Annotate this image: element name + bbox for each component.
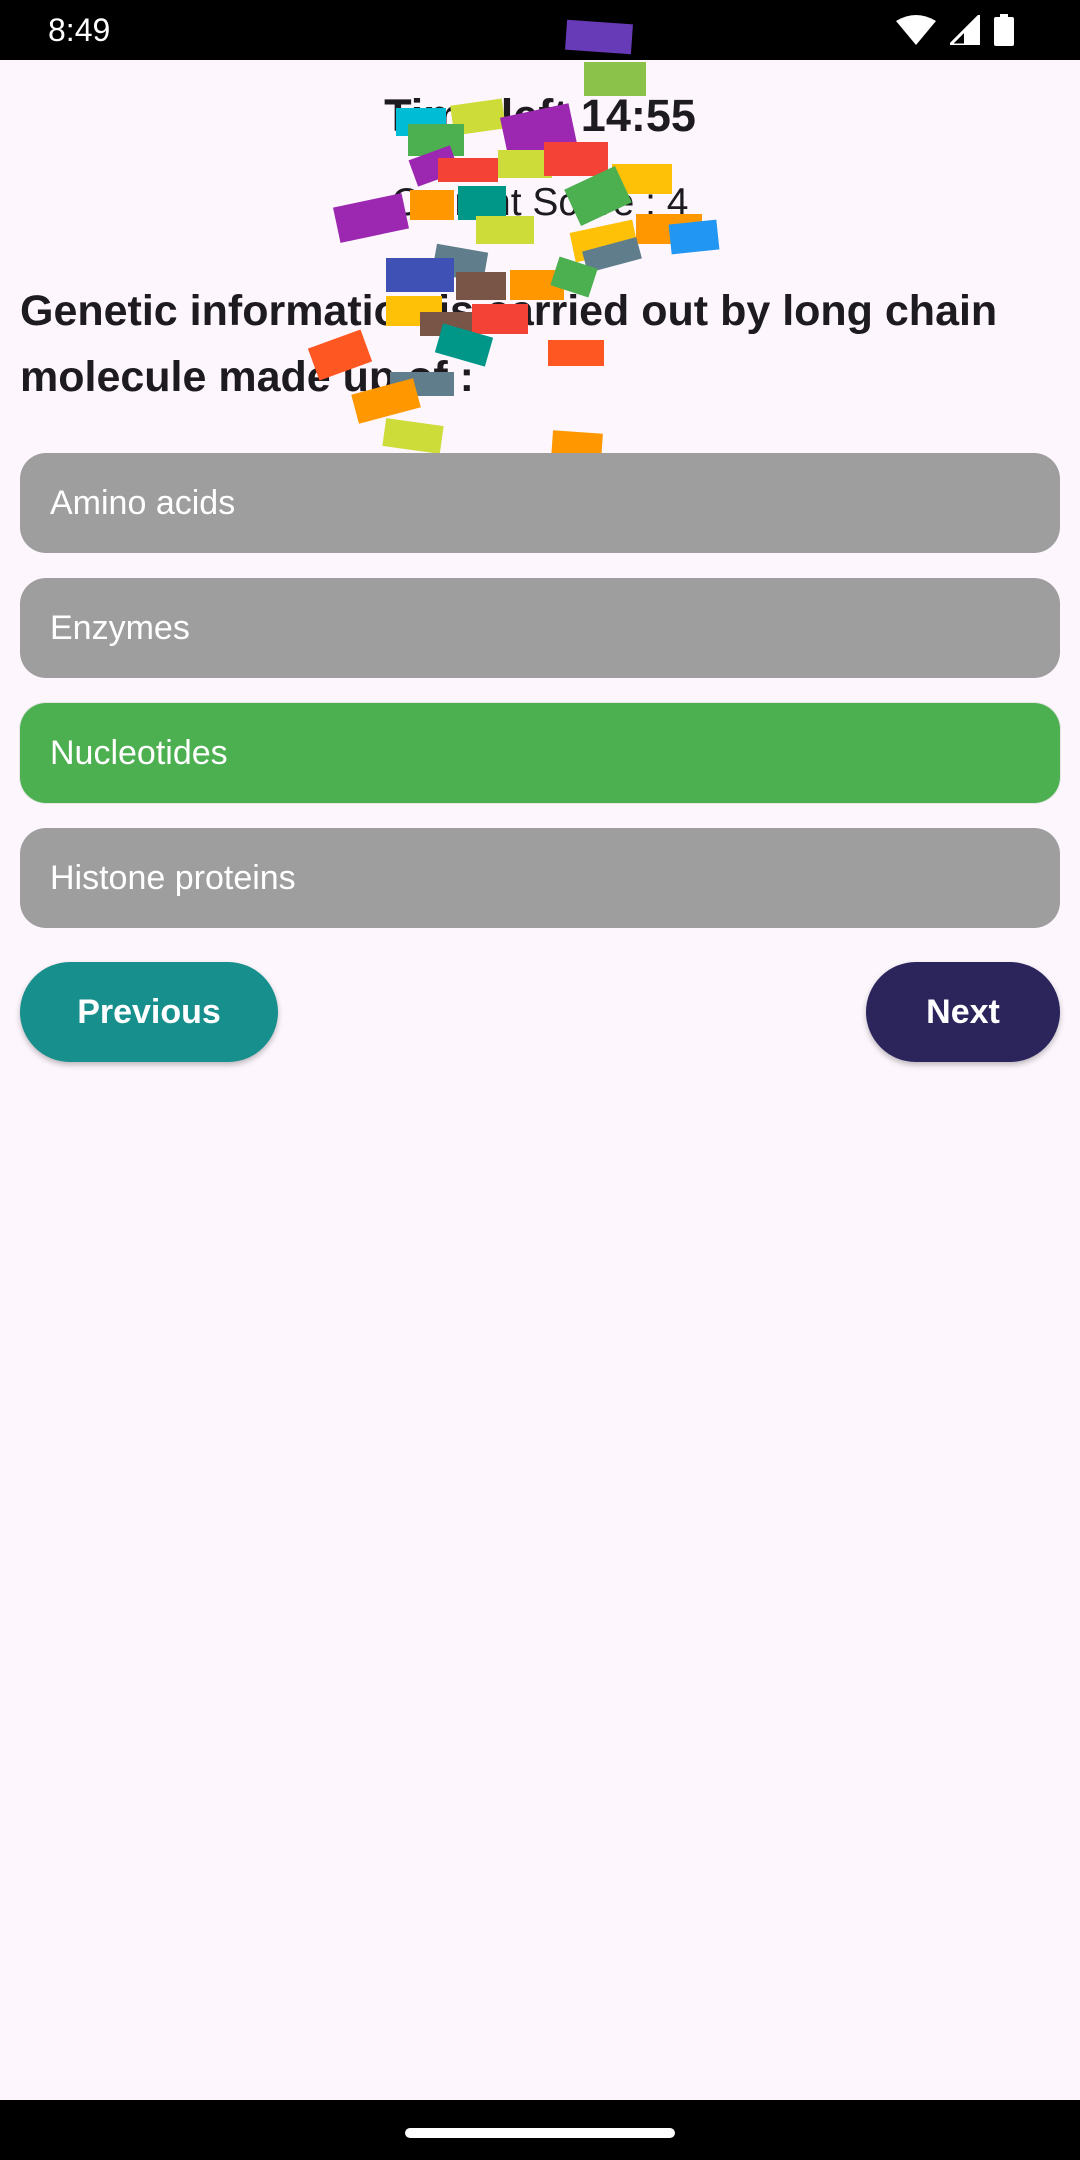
option-histone-proteins[interactable]: Histone proteins [20,828,1060,928]
previous-button[interactable]: Previous [20,962,278,1062]
status-icons [896,14,1014,46]
option-label: Histone proteins [50,858,296,897]
option-enzymes[interactable]: Enzymes [20,578,1060,678]
current-score-label: Current Score : 4 [391,181,689,224]
option-label: Enzymes [50,608,190,647]
option-nucleotides[interactable]: Nucleotides [20,703,1060,803]
status-bar: 8:49 [0,0,1080,60]
option-label: Amino acids [50,483,236,522]
question-text: Genetic information is carried out by lo… [20,287,998,401]
time-left-label: Time left 14:55 [384,90,696,141]
option-label: Nucleotides [50,733,228,772]
home-gesture-handle[interactable] [405,2128,675,2138]
status-time: 8:49 [48,12,111,48]
next-button[interactable]: Next [866,962,1060,1062]
wifi-icon [896,15,936,45]
option-amino-acids[interactable]: Amino acids [20,453,1060,553]
signal-icon [950,15,980,45]
battery-icon [994,14,1014,46]
